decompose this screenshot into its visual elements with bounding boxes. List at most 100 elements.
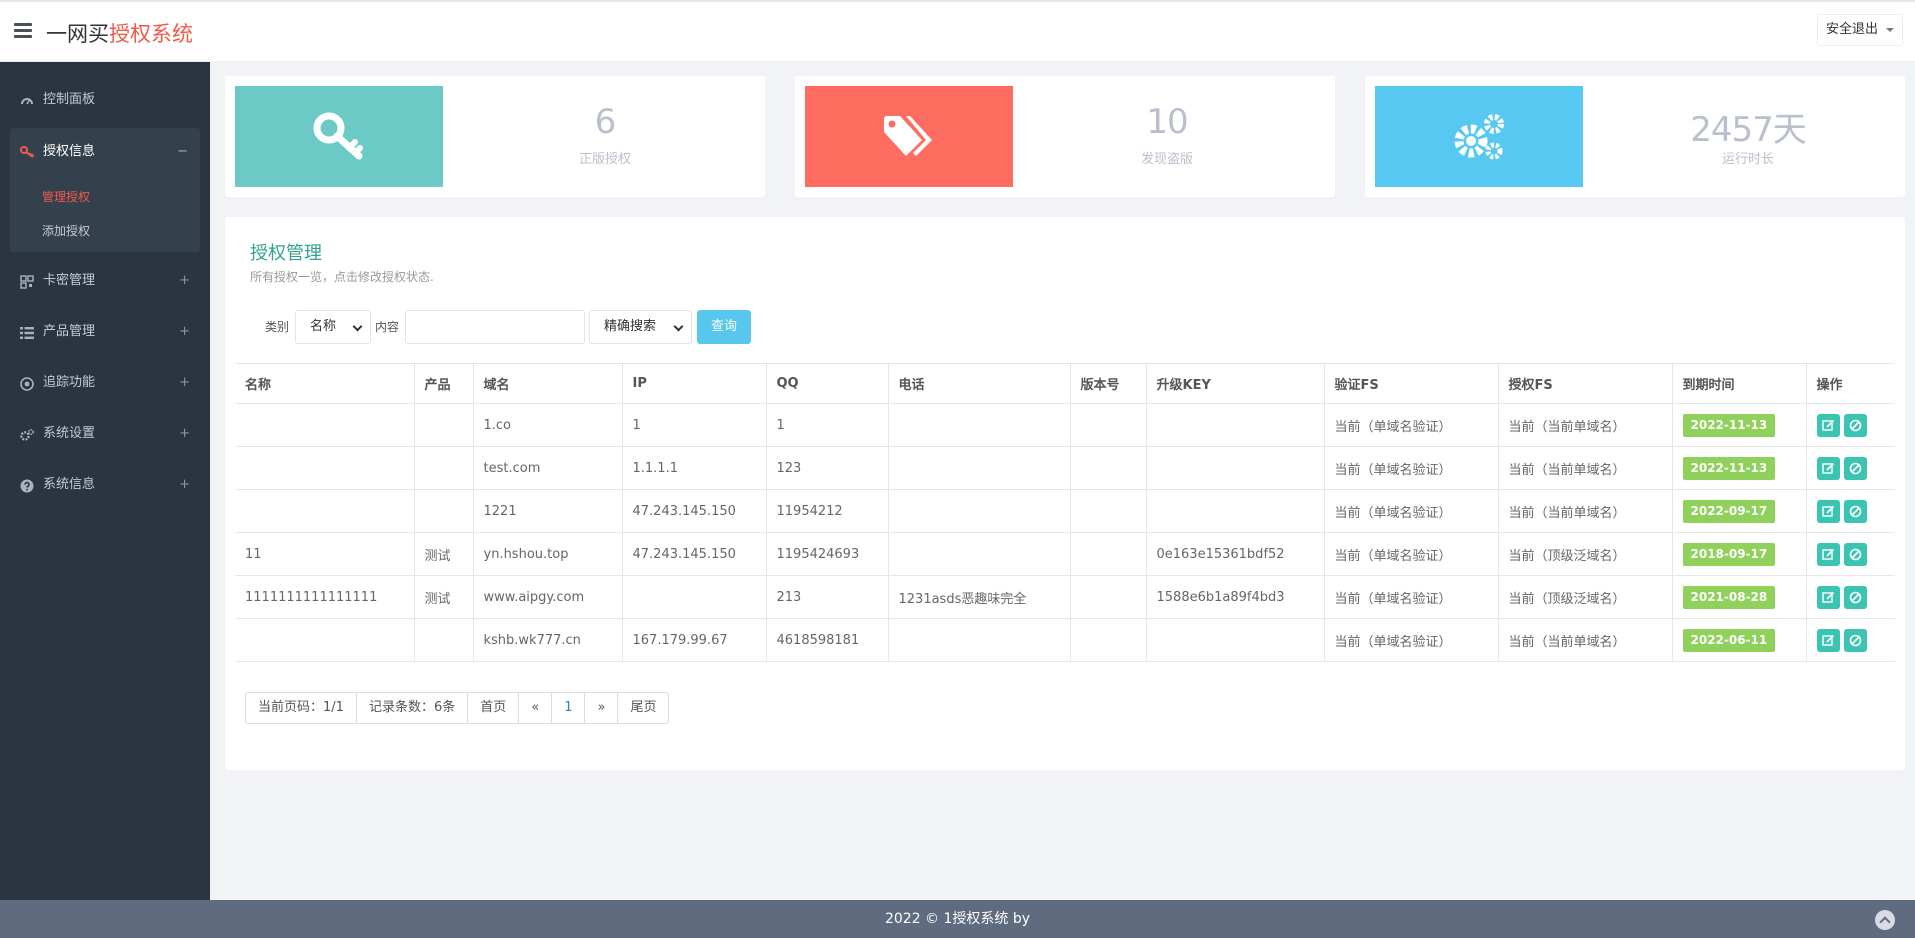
table-cell (887, 489, 1070, 533)
table-cell: 11 (235, 532, 414, 576)
table-cell: 1.co (472, 403, 622, 447)
expiry-date-badge: 2021-08-28 (1682, 585, 1776, 609)
ban-icon (1849, 634, 1861, 646)
sidebar-item-system-settings[interactable]: 系统设置 + (10, 410, 200, 458)
table-cell (1069, 403, 1146, 447)
table-cell-actions (1805, 403, 1895, 447)
menu-toggle-icon[interactable] (14, 23, 32, 39)
disable-button[interactable] (1843, 628, 1867, 652)
logout-label: 安全退出 (1825, 22, 1878, 37)
table-cell: 当前（单域名验证） (1323, 575, 1498, 619)
table-cell: 当前（单域名验证） (1323, 446, 1498, 490)
edit-button[interactable] (1816, 628, 1840, 652)
table-cell (1069, 489, 1146, 533)
pager-prev[interactable]: « (518, 693, 551, 723)
table-cell (1069, 618, 1146, 662)
table-cell: 1195424693 (765, 532, 888, 576)
table-cell: 1231asds恶趣味完全 (887, 575, 1070, 619)
expand-icon: + (179, 324, 190, 339)
table-cell-actions (1805, 532, 1895, 576)
column-header: 到期时间 (1671, 363, 1806, 404)
sidebar-item-tracking[interactable]: 追踪功能 + (10, 359, 200, 407)
sidebar-item-system-info[interactable]: 系统信息 + (10, 461, 200, 509)
pager-page-1[interactable]: 1 (551, 693, 584, 723)
column-header: 产品 (413, 363, 473, 404)
table-row: 11 测试 yn.hshou.top 47.243.145.150 1195424693… (235, 532, 1895, 576)
edit-icon (1821, 419, 1834, 431)
pager-first[interactable]: 首页 (467, 693, 518, 723)
pager-last[interactable]: 尾页 (617, 693, 668, 723)
chevron-down-icon (673, 321, 684, 332)
sidebar-item-card-codes[interactable]: 卡密管理 + (10, 257, 200, 305)
disable-button[interactable] (1843, 456, 1867, 480)
sidebar-item-auth-info[interactable]: 授权信息 − (10, 128, 200, 176)
stat-value: 6 (594, 102, 617, 142)
table-cell (1145, 403, 1324, 447)
table-cell: 11954212 (765, 489, 888, 533)
brand-prefix: 一网买 (46, 22, 109, 46)
caret-down-icon (1886, 28, 1894, 32)
disable-button[interactable] (1843, 585, 1867, 609)
brand-accent: 授权系统 (109, 22, 193, 46)
type-select[interactable]: 名称 (295, 310, 371, 344)
pager-current-page: 当前页码：1/1 (258, 700, 344, 715)
sidebar-item-products[interactable]: 产品管理 + (10, 308, 200, 356)
pagination: 当前页码：1/1 记录条数：6条 首页 « 1 » 尾页 (245, 692, 670, 724)
ban-icon (1849, 462, 1861, 474)
sidebar-subitem-manage-auth[interactable]: 管理授权 (42, 188, 90, 205)
pager-next[interactable]: » (584, 693, 617, 723)
disable-button[interactable] (1843, 499, 1867, 523)
stat-icon-block (235, 86, 443, 187)
key-icon (313, 112, 363, 159)
chevron-down-icon (352, 321, 363, 332)
edit-icon (1821, 634, 1834, 646)
disable-button[interactable] (1843, 413, 1867, 437)
search-mode-select[interactable]: 精确搜索 (589, 310, 692, 344)
disable-button[interactable] (1843, 542, 1867, 566)
key-icon (20, 146, 35, 158)
edit-button[interactable] (1816, 413, 1840, 437)
query-button[interactable]: 查询 (697, 310, 751, 344)
edit-button[interactable] (1816, 456, 1840, 480)
table-cell-actions (1805, 489, 1895, 533)
table-cell: 2018-09-17 (1671, 532, 1806, 576)
table-cell (1145, 489, 1324, 533)
edit-button[interactable] (1816, 542, 1840, 566)
expiry-date-badge: 2022-11-13 (1682, 456, 1776, 480)
footer: 2022 © 1授权系统 by (0, 900, 1915, 938)
table-row: 1221 47.243.145.150 11954212 当前（单域名验证） 当前（当前… (235, 489, 1895, 533)
column-header: 升级KEY (1145, 363, 1324, 404)
content-input[interactable] (405, 310, 585, 344)
stat-value: 10 (1146, 102, 1188, 142)
tags-icon (884, 115, 932, 156)
sidebar-item-dashboard[interactable]: 控制面板 (10, 76, 200, 124)
table-cell (413, 618, 473, 662)
table-cell: 当前（单域名验证） (1323, 618, 1498, 662)
stat-pirated-found: 10 发现盗版 (795, 76, 1335, 197)
table-cell (1069, 446, 1146, 490)
table-cell: 4618598181 (765, 618, 888, 662)
table-cell: yn.hshou.top (472, 532, 622, 576)
ban-icon (1849, 548, 1861, 560)
table-cell: 47.243.145.150 (621, 489, 766, 533)
table-cell: 当前（当前单域名） (1497, 446, 1672, 490)
ban-icon (1849, 505, 1861, 517)
stat-value: 2457天 (1690, 110, 1807, 150)
edit-button[interactable] (1816, 585, 1840, 609)
table-row: 1.co 1 1 当前（单域名验证） 当前（当前单域名） 2022-11-13 (235, 403, 1895, 447)
table-cell: 当前（顶级泛域名） (1497, 532, 1672, 576)
table-cell: 2022-06-11 (1671, 618, 1806, 662)
target-icon (20, 377, 34, 391)
column-header: 域名 (472, 363, 622, 404)
table-cell: 当前（单域名验证） (1323, 489, 1498, 533)
column-header: 版本号 (1069, 363, 1146, 404)
table-cell: 当前（顶级泛域名） (1497, 575, 1672, 619)
table-cell: 2021-08-28 (1671, 575, 1806, 619)
back-to-top-icon[interactable] (1875, 910, 1895, 930)
table-cell-actions (1805, 575, 1895, 619)
edit-button[interactable] (1816, 499, 1840, 523)
sidebar-subitem-add-auth[interactable]: 添加授权 (42, 222, 90, 239)
barcode-icon (20, 275, 34, 289)
table-cell-actions (1805, 446, 1895, 490)
logout-dropdown[interactable]: 安全退出 (1816, 14, 1903, 46)
